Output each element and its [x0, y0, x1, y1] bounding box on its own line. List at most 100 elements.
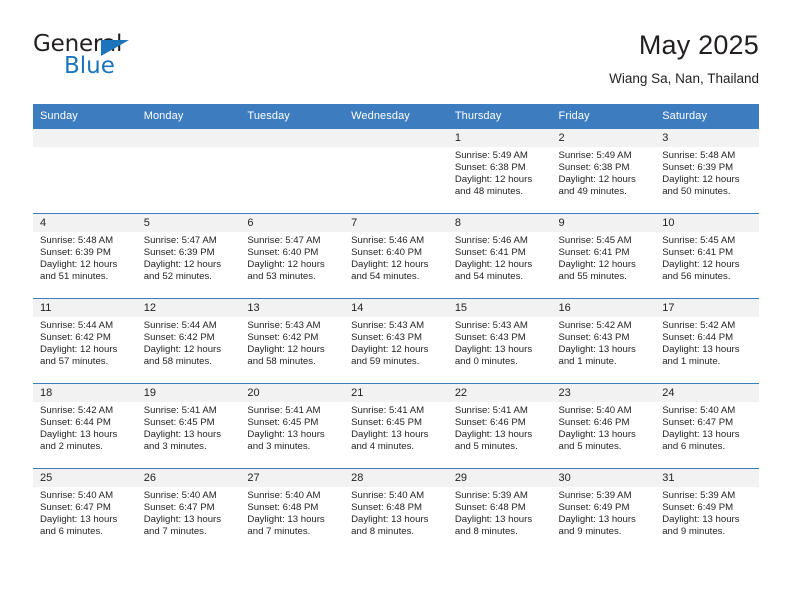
day-cell-content: 13 Sunrise: 5:43 AM Sunset: 6:42 PM Dayligh… — [240, 299, 345, 383]
daylight-text: Daylight: 13 hours and 8 minutes. — [454, 514, 533, 538]
day-number: 27 — [240, 469, 345, 487]
day-number: 30 — [551, 469, 656, 487]
day-number: 19 — [136, 384, 241, 402]
day-number: 8 — [447, 214, 552, 232]
day-events: Sunrise: 5:42 AM Sunset: 6:43 PM Daylight:… — [552, 317, 656, 368]
calendar-day-cell[interactable]: 25 Sunrise: 5:40 AM Sunset: 6:47 PM Dayligh… — [33, 468, 137, 553]
day-cell-content: 20 Sunrise: 5:41 AM Sunset: 6:45 PM Dayligh… — [240, 384, 345, 468]
logo-text-blue: Blue — [64, 53, 115, 79]
sunrise-text: Sunrise: 5:42 AM — [40, 405, 114, 416]
daylight-text: Daylight: 13 hours and 2 minutes. — [40, 429, 118, 453]
day-number: 13 — [240, 299, 345, 317]
weekday-header-saturday: Saturday — [655, 104, 759, 129]
day-cell-content: 24 Sunrise: 5:40 AM Sunset: 6:47 PM Dayligh… — [655, 384, 759, 468]
day-events: Sunrise: 5:39 AM Sunset: 6:49 PM Daylight:… — [552, 487, 656, 538]
sunrise-text: Sunrise: 5:46 AM — [454, 235, 528, 246]
day-events: Sunrise: 5:41 AM Sunset: 6:45 PM Daylight:… — [137, 402, 241, 453]
sunrise-text: Sunrise: 5:47 AM — [143, 235, 217, 246]
daylight-text: Daylight: 12 hours and 53 minutes. — [247, 259, 325, 283]
calendar-day-cell[interactable]: 24 Sunrise: 5:40 AM Sunset: 6:47 PM Dayligh… — [655, 383, 759, 469]
calendar-week-row: 4 Sunrise: 5:48 AM Sunset: 6:39 PM Daylight… — [33, 213, 759, 299]
calendar-day-cell[interactable]: 8 Sunrise: 5:46 AM Sunset: 6:41 PM Daylight… — [447, 213, 552, 299]
daylight-text: Daylight: 12 hours and 56 minutes. — [662, 259, 740, 283]
calendar-day-cell[interactable]: 6 Sunrise: 5:47 AM Sunset: 6:40 PM Daylight… — [240, 213, 345, 299]
day-cell-content: 29 Sunrise: 5:39 AM Sunset: 6:48 PM Dayligh… — [447, 469, 552, 553]
calendar-day-cell[interactable]: 31 Sunrise: 5:39 AM Sunset: 6:49 PM Dayligh… — [655, 468, 759, 553]
sunset-text: Sunset: 6:48 PM — [247, 502, 319, 514]
day-number: 10 — [655, 214, 759, 232]
sunset-text: Sunset: 6:39 PM — [40, 247, 111, 259]
calendar-day-cell[interactable]: 10 Sunrise: 5:45 AM Sunset: 6:41 PM Dayligh… — [655, 213, 759, 299]
sunset-text: Sunset: 6:47 PM — [662, 417, 734, 429]
calendar-day-cell[interactable]: 21 Sunrise: 5:41 AM Sunset: 6:45 PM Dayligh… — [344, 383, 448, 469]
day-cell-content: 31 Sunrise: 5:39 AM Sunset: 6:49 PM Dayligh… — [655, 469, 759, 553]
day-number: 29 — [447, 469, 552, 487]
calendar-day-cell[interactable]: 12 Sunrise: 5:44 AM Sunset: 6:42 PM Dayligh… — [136, 298, 241, 384]
calendar-day-cell[interactable]: 20 Sunrise: 5:41 AM Sunset: 6:45 PM Dayligh… — [240, 383, 345, 469]
calendar-header-row: Sunday Monday Tuesday Wednesday Thursday Frid… — [33, 104, 759, 129]
day-events: Sunrise: 5:40 AM Sunset: 6:48 PM Daylight:… — [240, 487, 344, 538]
calendar-day-cell[interactable]: 17 Sunrise: 5:42 AM Sunset: 6:44 PM Dayligh… — [655, 298, 759, 384]
day-events: Sunrise: 5:45 AM Sunset: 6:41 PM Daylight:… — [552, 232, 656, 283]
daylight-text: Daylight: 13 hours and 9 minutes. — [662, 514, 740, 538]
calendar-day-cell[interactable]: 29 Sunrise: 5:39 AM Sunset: 6:48 PM Dayligh… — [447, 468, 552, 553]
day-events: Sunrise: 5:47 AM Sunset: 6:40 PM Daylight:… — [240, 232, 344, 283]
day-number: 26 — [136, 469, 241, 487]
sunrise-text: Sunrise: 5:41 AM — [143, 405, 217, 416]
daylight-text: Daylight: 12 hours and 57 minutes. — [40, 344, 118, 368]
day-events: Sunrise: 5:40 AM Sunset: 6:47 PM Daylight:… — [33, 487, 137, 538]
calendar-day-cell[interactable]: 1 Sunrise: 5:49 AM Sunset: 6:38 PM Daylight… — [447, 128, 552, 214]
day-number — [240, 129, 345, 147]
calendar-day-cell[interactable]: 7 Sunrise: 5:46 AM Sunset: 6:40 PM Daylight… — [344, 213, 448, 299]
calendar-day-cell[interactable]: 11 Sunrise: 5:44 AM Sunset: 6:42 PM Dayligh… — [33, 298, 137, 384]
day-events: Sunrise: 5:48 AM Sunset: 6:39 PM Daylight:… — [655, 147, 759, 198]
day-events: Sunrise: 5:40 AM Sunset: 6:47 PM Daylight:… — [655, 402, 759, 453]
sunset-text: Sunset: 6:42 PM — [40, 332, 111, 344]
calendar-day-cell[interactable]: 15 Sunrise: 5:43 AM Sunset: 6:43 PM Dayligh… — [447, 298, 552, 384]
calendar-day-cell[interactable]: 28 Sunrise: 5:40 AM Sunset: 6:48 PM Dayligh… — [344, 468, 448, 553]
calendar-day-cell[interactable]: 19 Sunrise: 5:41 AM Sunset: 6:45 PM Dayligh… — [136, 383, 241, 469]
daylight-text: Daylight: 13 hours and 0 minutes. — [454, 344, 533, 368]
daylight-text: Daylight: 12 hours and 52 minutes. — [143, 259, 222, 283]
sunrise-text: Sunrise: 5:48 AM — [40, 235, 114, 246]
sunset-text: Sunset: 6:43 PM — [454, 332, 526, 344]
sunrise-text: Sunrise: 5:40 AM — [558, 405, 632, 416]
calendar-body: 1 Sunrise: 5:49 AM Sunset: 6:38 PM Daylight… — [33, 128, 759, 553]
day-cell-content: 30 Sunrise: 5:39 AM Sunset: 6:49 PM Dayligh… — [551, 469, 656, 553]
daylight-text: Daylight: 12 hours and 49 minutes. — [558, 174, 636, 198]
calendar-day-cell[interactable]: 9 Sunrise: 5:45 AM Sunset: 6:41 PM Daylight… — [551, 213, 656, 299]
calendar-day-cell[interactable]: 14 Sunrise: 5:43 AM Sunset: 6:43 PM Dayligh… — [344, 298, 448, 384]
day-cell-content: 4 Sunrise: 5:48 AM Sunset: 6:39 PM Daylight… — [33, 214, 137, 298]
day-cell-content — [136, 129, 241, 213]
calendar-day-cell[interactable]: 27 Sunrise: 5:40 AM Sunset: 6:48 PM Dayligh… — [240, 468, 345, 553]
day-events: Sunrise: 5:44 AM Sunset: 6:42 PM Daylight:… — [137, 317, 241, 368]
calendar-day-cell-empty — [344, 128, 448, 214]
sunrise-text: Sunrise: 5:47 AM — [247, 235, 321, 246]
weekday-header-thursday: Thursday — [447, 104, 552, 129]
calendar-day-cell[interactable]: 5 Sunrise: 5:47 AM Sunset: 6:39 PM Daylight… — [136, 213, 241, 299]
calendar-day-cell[interactable]: 4 Sunrise: 5:48 AM Sunset: 6:39 PM Daylight… — [33, 213, 137, 299]
calendar-day-cell[interactable]: 26 Sunrise: 5:40 AM Sunset: 6:47 PM Dayligh… — [136, 468, 241, 553]
sunset-text: Sunset: 6:44 PM — [40, 417, 111, 429]
day-number: 4 — [33, 214, 137, 232]
calendar-day-cell[interactable]: 22 Sunrise: 5:41 AM Sunset: 6:46 PM Dayligh… — [447, 383, 552, 469]
day-cell-content: 25 Sunrise: 5:40 AM Sunset: 6:47 PM Dayligh… — [33, 469, 137, 553]
calendar-day-cell[interactable]: 2 Sunrise: 5:49 AM Sunset: 6:38 PM Daylight… — [551, 128, 656, 214]
day-cell-content: 15 Sunrise: 5:43 AM Sunset: 6:43 PM Dayligh… — [447, 299, 552, 383]
daylight-text: Daylight: 13 hours and 8 minutes. — [351, 514, 429, 538]
calendar-day-cell[interactable]: 30 Sunrise: 5:39 AM Sunset: 6:49 PM Dayligh… — [551, 468, 656, 553]
calendar-day-cell[interactable]: 13 Sunrise: 5:43 AM Sunset: 6:42 PM Dayligh… — [240, 298, 345, 384]
calendar-week-row: 18 Sunrise: 5:42 AM Sunset: 6:44 PM Dayligh… — [33, 383, 759, 469]
calendar-day-cell[interactable]: 23 Sunrise: 5:40 AM Sunset: 6:46 PM Dayligh… — [551, 383, 656, 469]
day-number: 12 — [136, 299, 241, 317]
day-number: 1 — [447, 129, 552, 147]
daylight-text: Daylight: 12 hours and 59 minutes. — [351, 344, 429, 368]
day-cell-content: 6 Sunrise: 5:47 AM Sunset: 6:40 PM Daylight… — [240, 214, 345, 298]
day-number: 5 — [136, 214, 241, 232]
day-number: 6 — [240, 214, 345, 232]
calendar-day-cell[interactable]: 3 Sunrise: 5:48 AM Sunset: 6:39 PM Daylight… — [655, 128, 759, 214]
calendar-day-cell[interactable]: 18 Sunrise: 5:42 AM Sunset: 6:44 PM Dayligh… — [33, 383, 137, 469]
calendar-week-row: 1 Sunrise: 5:49 AM Sunset: 6:38 PM Daylight… — [33, 128, 759, 214]
sunrise-text: Sunrise: 5:41 AM — [351, 405, 425, 416]
calendar-day-cell[interactable]: 16 Sunrise: 5:42 AM Sunset: 6:43 PM Dayligh… — [551, 298, 656, 384]
